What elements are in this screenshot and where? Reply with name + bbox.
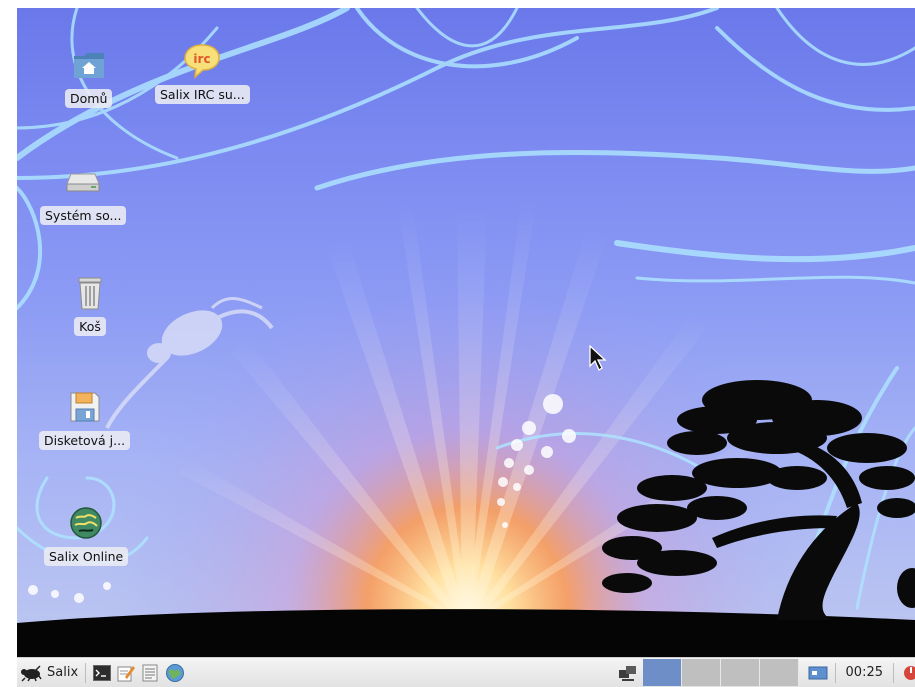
taskbar-separator	[85, 662, 87, 683]
desktop-icon-label: Systém so...	[40, 206, 127, 225]
salix-logo-icon	[20, 664, 42, 682]
terminal-launcher[interactable]	[90, 661, 114, 685]
network-icon	[618, 664, 638, 682]
taskbar-separator	[834, 662, 836, 683]
desktop-icon-trash[interactable]: Koš	[71, 274, 109, 336]
mouse-pointer-icon	[589, 345, 607, 371]
text-editor-launcher[interactable]	[114, 661, 138, 685]
file-manager-launcher[interactable]	[138, 661, 162, 685]
desktop-icon-label: Domů	[65, 89, 113, 108]
trash-icon	[71, 274, 109, 312]
drive-icon	[64, 163, 102, 201]
clock[interactable]: 00:25	[840, 665, 889, 680]
desktop-icon-home[interactable]: Domů	[65, 46, 113, 108]
workspace-4[interactable]	[759, 659, 799, 686]
desktop-icon-label: Koš	[74, 317, 106, 336]
desktop-icon-salix-online[interactable]: Salix Online	[44, 504, 129, 566]
network-tray[interactable]	[615, 661, 641, 685]
keyboard-icon	[808, 665, 828, 681]
web-browser-launcher[interactable]	[162, 661, 188, 685]
desktop-icon-filesystem[interactable]: Systém so...	[40, 163, 127, 225]
desktop-icon-label: Salix IRC su...	[155, 85, 250, 104]
workspace-1[interactable]	[642, 659, 682, 686]
salix-globe-icon	[67, 504, 105, 542]
desktop-icon-label: Disketová j...	[39, 431, 131, 450]
keyboard-layout-tray[interactable]	[805, 661, 831, 685]
workspace-pager	[642, 659, 799, 686]
start-menu-button[interactable]: Salix	[17, 661, 81, 685]
svg-text:irc: irc	[194, 52, 211, 66]
taskbar: Salix 00:25	[17, 657, 915, 687]
desktop-icon-floppy[interactable]: Disketová j...	[39, 388, 131, 450]
workspace-3[interactable]	[720, 659, 760, 686]
text-editor-icon	[117, 664, 136, 682]
floppy-icon	[66, 388, 104, 426]
desktop[interactable]: Domů irc Salix IRC su... Systém so... Ko…	[17, 8, 915, 658]
power-icon	[901, 664, 915, 682]
start-menu-label: Salix	[47, 665, 79, 680]
web-browser-icon	[165, 663, 185, 683]
file-manager-icon	[141, 664, 159, 682]
desktop-icon-label: Salix Online	[44, 547, 129, 566]
screen: Domů irc Salix IRC su... Systém so... Ko…	[17, 8, 915, 687]
logout-button[interactable]	[898, 661, 915, 685]
terminal-icon	[93, 664, 112, 681]
home-folder-icon	[70, 46, 108, 84]
wallpaper	[17, 8, 915, 658]
taskbar-separator	[893, 662, 894, 683]
irc-icon: irc	[183, 42, 221, 80]
desktop-icon-irc[interactable]: irc Salix IRC su...	[155, 42, 250, 104]
workspace-2[interactable]	[681, 659, 721, 686]
